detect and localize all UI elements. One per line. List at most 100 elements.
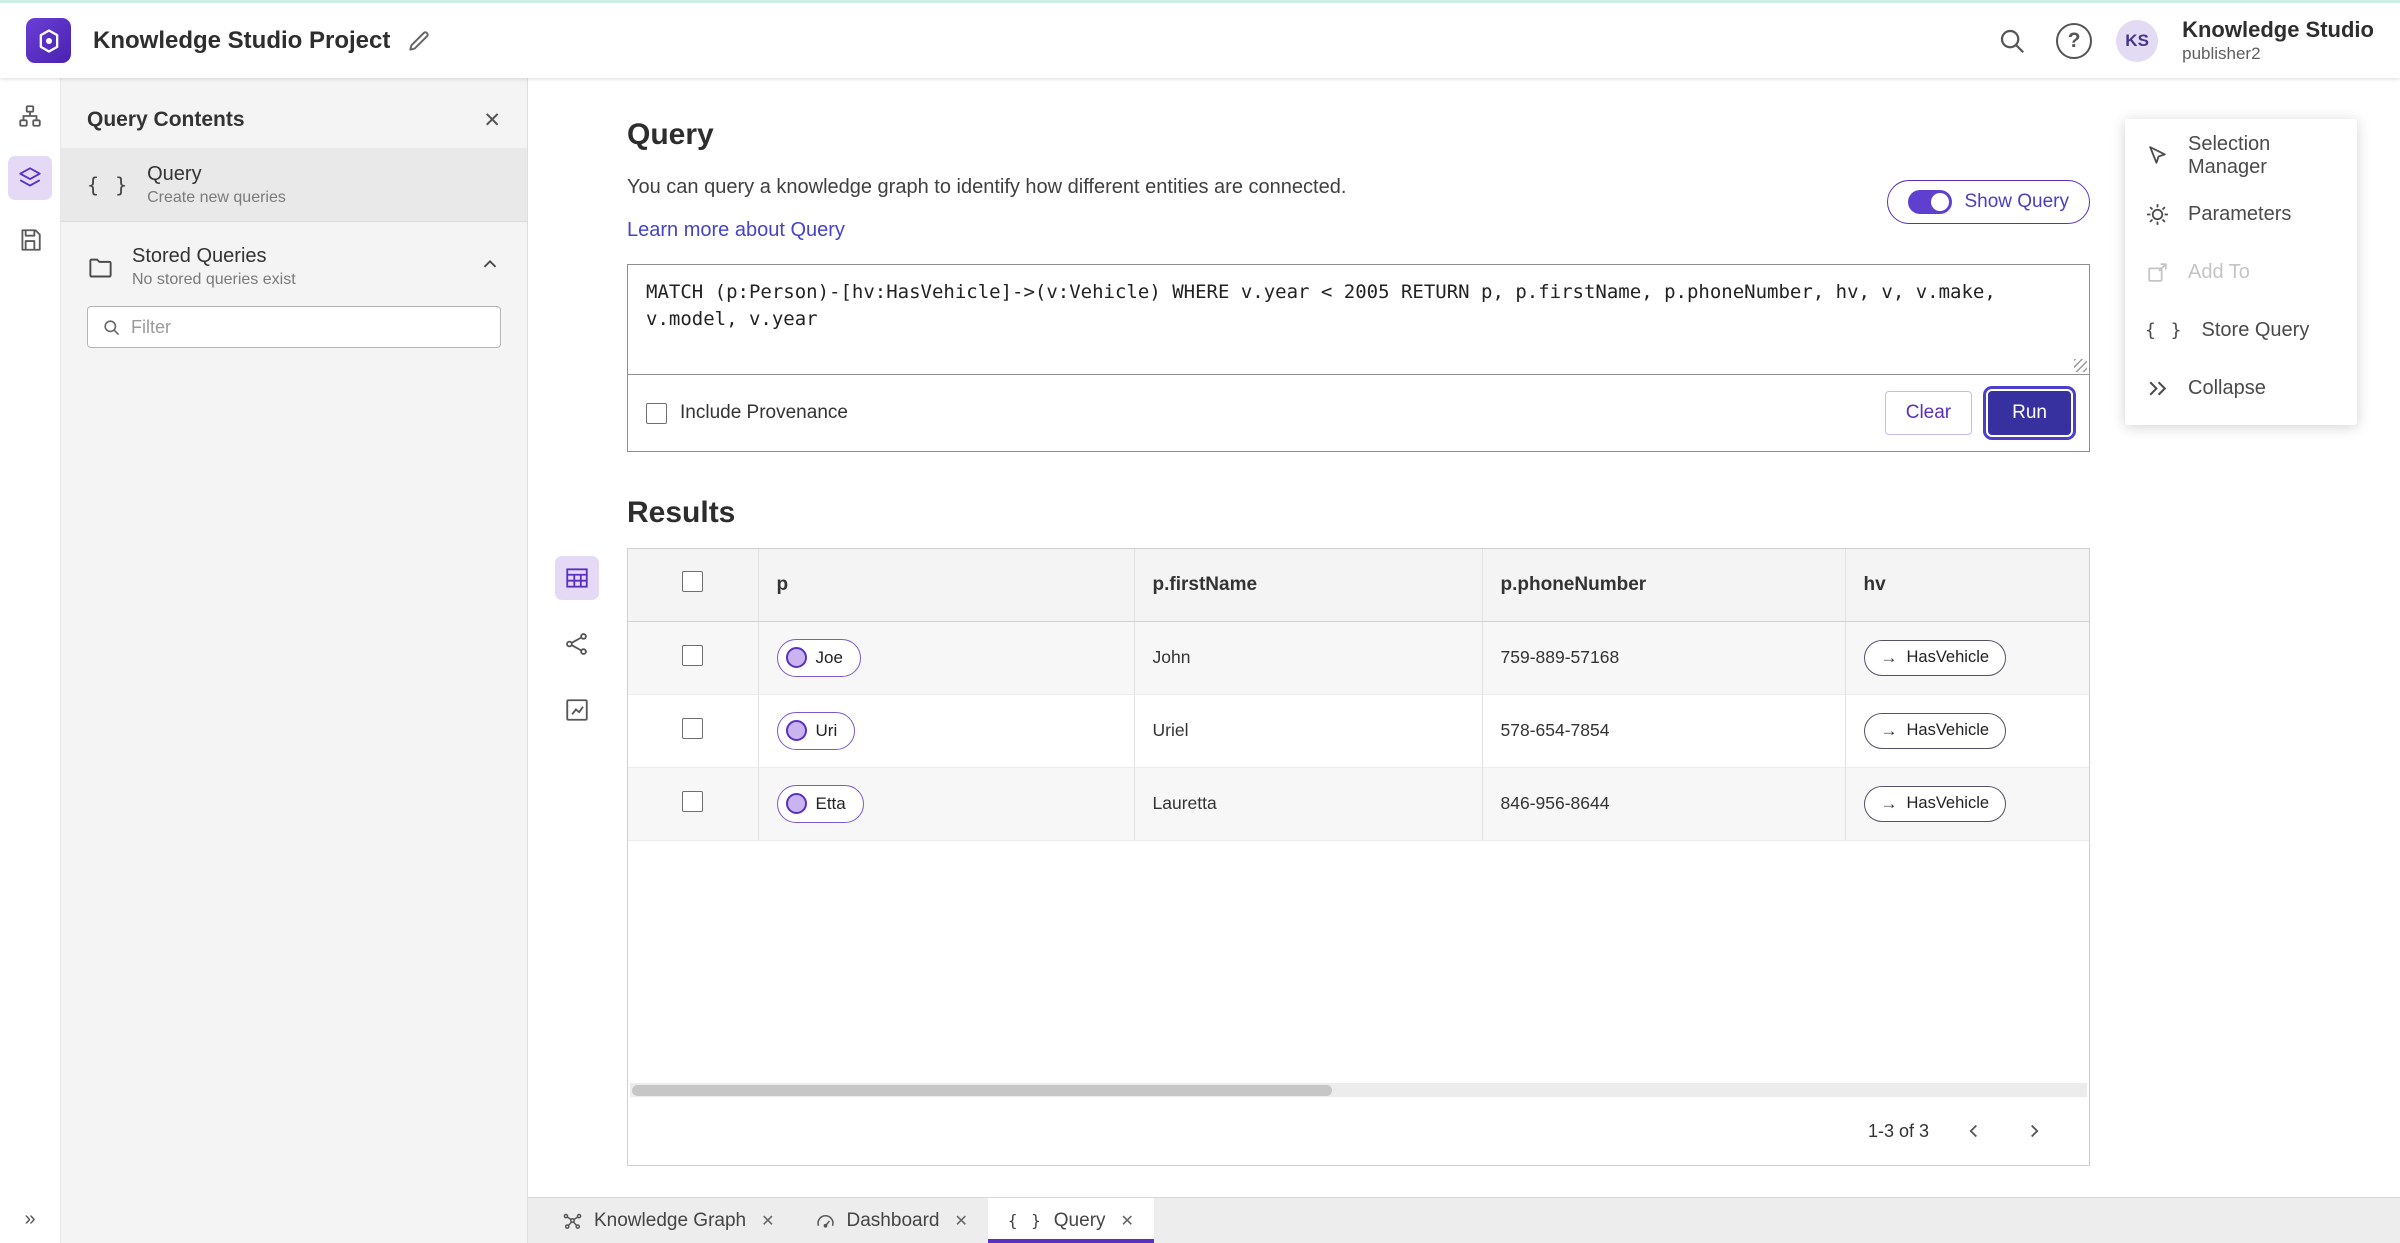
model-hierarchy-icon[interactable] [8, 94, 52, 138]
include-provenance-option[interactable]: Include Provenance [646, 402, 848, 424]
column-header-firstname[interactable]: p.firstName [1134, 549, 1483, 622]
query-text-input[interactable]: MATCH (p:Person)-[hv:HasVehicle]->(v:Veh… [628, 265, 2089, 375]
collapse-icon [2149, 381, 2167, 395]
query-actions-row: Include Provenance Clear Run [628, 375, 2089, 451]
row-checkbox[interactable] [682, 790, 704, 812]
user-identity[interactable]: Knowledge Studio publisher2 [2182, 17, 2374, 64]
expand-rail-icon[interactable]: » [0, 1208, 60, 1231]
chart-view-icon[interactable] [555, 688, 599, 732]
search-icon[interactable] [1992, 21, 2032, 61]
menu-item-label: Selection Manager [2188, 133, 2271, 178]
menu-item-selection-manager[interactable]: Selection Manager [2125, 127, 2357, 185]
results-area: p p.firstName p.phoneNumber hv Joe John … [555, 548, 2090, 1166]
close-tab-icon[interactable]: ✕ [954, 1211, 967, 1231]
gear-icon [2147, 203, 2168, 225]
query-section: Query You can query a knowledge graph to… [555, 118, 2090, 1166]
filter-input[interactable] [131, 316, 486, 338]
stored-queries-section[interactable]: Stored Queries No stored queries exist [61, 232, 527, 302]
query-description: You can query a knowledge graph to ident… [627, 176, 1347, 198]
node-label: Etta [815, 793, 846, 813]
table-row: Etta Lauretta 846-956-8644 → HasVehicle [628, 767, 2089, 841]
selection-manager-icon [2149, 145, 2166, 164]
clear-button[interactable]: Clear [1884, 391, 1973, 435]
previous-page-button[interactable] [1959, 1116, 1989, 1146]
edge-arrow-icon: → [1880, 647, 1898, 667]
user-avatar[interactable]: KS [2116, 19, 2159, 62]
query-contents-panel: Query Contents ✕ { } Query Create new qu… [61, 78, 528, 1243]
help-icon[interactable]: ? [2056, 22, 2093, 59]
include-provenance-checkbox[interactable] [646, 402, 667, 424]
next-page-button[interactable] [2019, 1116, 2049, 1146]
menu-item-label: Add To [2188, 260, 2250, 283]
pagination-info: 1-3 of 3 [1867, 1120, 1929, 1141]
toggle-switch-icon [1908, 190, 1953, 214]
menu-item-store-query[interactable]: { } Store Query [2125, 301, 2357, 359]
graph-view-icon[interactable] [555, 622, 599, 666]
column-header-hv[interactable]: hv [1845, 549, 2089, 622]
node-pill[interactable]: Uri [776, 711, 856, 750]
left-icon-rail: » [0, 78, 61, 1243]
tab-label: Knowledge Graph [594, 1209, 747, 1231]
top-bar: Knowledge Studio Project ? KS Knowledge … [0, 0, 2400, 78]
node-label: Joe [815, 647, 843, 667]
edit-title-icon[interactable] [406, 28, 432, 54]
edge-pill[interactable]: → HasVehicle [1863, 785, 2007, 822]
tab-label: Query [1053, 1209, 1106, 1231]
scrollbar-thumb[interactable] [632, 1084, 1332, 1096]
column-header-p[interactable]: p [758, 549, 1135, 622]
menu-item-label: Collapse [2188, 376, 2266, 399]
close-tab-icon[interactable]: ✕ [1121, 1211, 1134, 1231]
node-pill[interactable]: Joe [776, 638, 861, 677]
cell-phonenumber: 846-956-8644 [1482, 767, 1846, 841]
layers-icon[interactable] [8, 156, 52, 200]
column-header-phonenumber[interactable]: p.phoneNumber [1482, 549, 1846, 622]
select-all-checkbox[interactable] [682, 571, 704, 593]
row-checkbox[interactable] [682, 644, 704, 666]
edge-pill[interactable]: → HasVehicle [1863, 639, 2007, 676]
sidebar-item-query[interactable]: { } Query Create new queries [61, 148, 527, 222]
bottom-tab-bar: Knowledge Graph ✕ Dashboard ✕ { } Query … [528, 1197, 2400, 1243]
user-role: publisher2 [2182, 43, 2261, 63]
edge-arrow-icon: → [1880, 720, 1898, 740]
row-checkbox[interactable] [682, 717, 704, 739]
tab-knowledge-graph[interactable]: Knowledge Graph ✕ [542, 1198, 795, 1243]
edge-pill[interactable]: → HasVehicle [1863, 712, 2007, 749]
menu-item-add-to: Add To [2125, 243, 2357, 301]
horizontal-scrollbar[interactable] [630, 1083, 2087, 1097]
menu-item-collapse[interactable]: Collapse [2125, 359, 2357, 417]
close-tab-icon[interactable]: ✕ [761, 1211, 774, 1231]
menu-item-parameters[interactable]: Parameters [2125, 185, 2357, 243]
cell-firstname: Lauretta [1134, 767, 1483, 841]
body: » Query Contents ✕ { } Query Create new … [0, 78, 2400, 1243]
main-area: Query You can query a knowledge graph to… [528, 78, 2400, 1243]
stored-queries-description: No stored queries exist [132, 271, 296, 288]
tab-query[interactable]: { } Query ✕ [987, 1198, 1154, 1243]
table-header-row: p p.firstName p.phoneNumber hv [628, 549, 2089, 622]
edge-arrow-icon: → [1880, 793, 1898, 813]
save-icon[interactable] [8, 218, 52, 262]
pagination: 1-3 of 3 [628, 1097, 2089, 1165]
table-row: Uri Uriel 578-654-7854 → HasVehicle [628, 694, 2089, 768]
node-dot-icon [785, 793, 807, 814]
query-editor-box: MATCH (p:Person)-[hv:HasVehicle]->(v:Veh… [627, 264, 2090, 452]
show-query-toggle[interactable]: Show Query [1887, 180, 2090, 224]
folder-icon [89, 258, 112, 277]
results-view-toolbar [555, 556, 599, 732]
table-view-icon[interactable] [555, 556, 599, 600]
braces-icon: { } [2145, 319, 2184, 341]
chevron-up-icon[interactable] [479, 254, 501, 281]
query-page-title: Query [627, 118, 714, 151]
product-name: Knowledge Studio [2182, 17, 2374, 43]
table-empty-space [628, 841, 2089, 1084]
learn-more-link[interactable]: Learn more about Query [627, 219, 845, 242]
cell-firstname: John [1134, 621, 1483, 695]
run-button[interactable]: Run [1983, 386, 2076, 440]
menu-item-label: Parameters [2188, 202, 2292, 225]
close-panel-icon[interactable]: ✕ [483, 108, 501, 133]
header-actions: ? KS Knowledge Studio publisher2 [1992, 17, 2374, 64]
add-to-icon [2148, 262, 2167, 282]
tab-dashboard[interactable]: Dashboard ✕ [795, 1198, 988, 1243]
table-row: Joe John 759-889-57168 → HasVehicle [628, 621, 2089, 695]
node-pill[interactable]: Etta [776, 784, 864, 823]
panel-title: Query Contents [87, 108, 245, 131]
